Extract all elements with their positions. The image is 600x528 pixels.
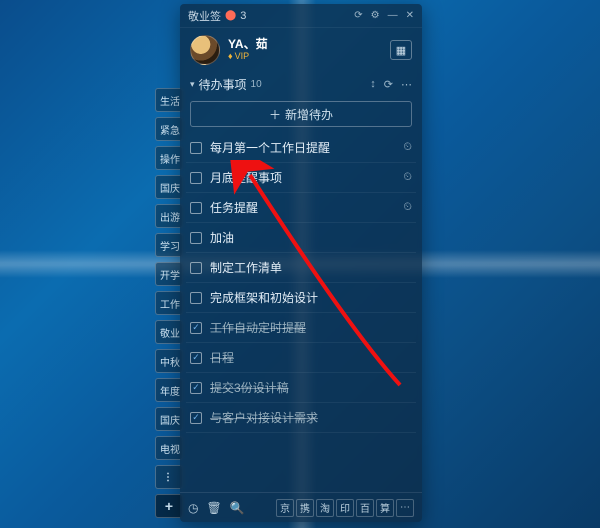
- todo-text: 制定工作清单: [210, 259, 412, 276]
- todo-item[interactable]: 加油: [186, 223, 416, 253]
- todo-checkbox[interactable]: [190, 142, 202, 154]
- search-icon[interactable]: 🔍: [230, 501, 245, 515]
- section-title: 待办事项: [199, 76, 247, 93]
- todo-text: 完成框架和初始设计: [210, 289, 412, 306]
- todo-checkbox[interactable]: [190, 262, 202, 274]
- plus-icon: ＋: [269, 106, 281, 123]
- history-icon[interactable]: ◷: [188, 501, 198, 515]
- quick-link[interactable]: 算: [376, 499, 394, 517]
- side-tab-add[interactable]: +: [155, 494, 183, 518]
- close-icon[interactable]: ✕: [406, 10, 414, 21]
- sync-icon[interactable]: ⟳: [354, 10, 362, 21]
- todo-item[interactable]: 提交3份设计稿: [186, 373, 416, 403]
- todo-text: 日程: [210, 349, 412, 366]
- todo-item[interactable]: 制定工作清单: [186, 253, 416, 283]
- todo-checkbox[interactable]: [190, 412, 202, 424]
- quick-link[interactable]: 京: [276, 499, 294, 517]
- chevron-down-icon: ▾: [190, 79, 195, 90]
- todo-item[interactable]: 与客户对接设计需求: [186, 403, 416, 433]
- quick-link[interactable]: 淘: [316, 499, 334, 517]
- side-tab-more[interactable]: ⋮: [155, 465, 183, 489]
- todo-text: 任务提醒: [210, 199, 395, 216]
- minimize-icon[interactable]: —: [388, 10, 398, 21]
- todo-text: 工作自动定时提醒: [210, 319, 412, 336]
- user-bar: YA、茹 VIP ▦: [180, 28, 422, 72]
- quick-link[interactable]: 印: [336, 499, 354, 517]
- avatar[interactable]: [190, 35, 220, 65]
- desktop-background: 生活紧急操作国庆出游学习开学工作敬业中秋年度国庆电视⋮+ 敬业签 ⬤ 3 ⟳ ⚙…: [0, 0, 600, 528]
- todo-checkbox[interactable]: [190, 352, 202, 364]
- todo-checkbox[interactable]: [190, 382, 202, 394]
- side-tab[interactable]: 紧急: [155, 117, 183, 141]
- todo-checkbox[interactable]: [190, 292, 202, 304]
- todo-list: 每月第一个工作日提醒 ⏲ 月底提醒事项 ⏲ 任务提醒 ⏲ 加油制定工作清单完成框架和初始设计…: [180, 133, 422, 492]
- todo-checkbox[interactable]: [190, 232, 202, 244]
- side-tab[interactable]: 操作: [155, 146, 183, 170]
- side-tab[interactable]: 中秋: [155, 349, 183, 373]
- side-tab[interactable]: 电视: [155, 436, 183, 460]
- notification-count: 3: [240, 10, 246, 22]
- side-tab[interactable]: 学习: [155, 233, 183, 257]
- side-tab[interactable]: 国庆: [155, 175, 183, 199]
- todo-item[interactable]: 工作自动定时提醒: [186, 313, 416, 343]
- todo-text: 提交3份设计稿: [210, 379, 412, 396]
- trash-icon[interactable]: 🗑: [206, 501, 221, 515]
- reminder-icon[interactable]: ⏲: [403, 141, 412, 154]
- todo-item[interactable]: 任务提醒 ⏲: [186, 193, 416, 223]
- todo-text: 月底提醒事项: [210, 169, 395, 186]
- quick-links: 京携淘印百算⋯: [276, 499, 414, 517]
- reminder-icon[interactable]: ⏲: [403, 171, 412, 184]
- more-icon[interactable]: ⋯: [401, 78, 412, 91]
- sort-icon[interactable]: ↕: [370, 78, 376, 91]
- todo-checkbox[interactable]: [190, 202, 202, 214]
- side-tab[interactable]: 开学: [155, 262, 183, 286]
- todo-text: 加油: [210, 229, 412, 246]
- notification-icon[interactable]: ⬤: [225, 10, 236, 21]
- titlebar: 敬业签 ⬤ 3 ⟳ ⚙ — ✕: [180, 4, 422, 28]
- side-tab[interactable]: 生活: [155, 88, 183, 112]
- todo-item[interactable]: 完成框架和初始设计: [186, 283, 416, 313]
- todo-item[interactable]: 月底提醒事项 ⏲: [186, 163, 416, 193]
- section-header[interactable]: ▾ 待办事项 10 ↕ ⟳ ⋯: [180, 72, 422, 97]
- settings-icon[interactable]: ⚙: [371, 10, 380, 21]
- side-tab[interactable]: 工作: [155, 291, 183, 315]
- category-tabs: 生活紧急操作国庆出游学习开学工作敬业中秋年度国庆电视⋮+: [155, 88, 183, 518]
- quick-link-more[interactable]: ⋯: [396, 499, 414, 517]
- side-tab[interactable]: 国庆: [155, 407, 183, 431]
- add-todo-button[interactable]: ＋ 新增待办: [190, 101, 412, 127]
- section-count: 10: [251, 79, 262, 90]
- side-tab[interactable]: 出游: [155, 204, 183, 228]
- app-window: 敬业签 ⬤ 3 ⟳ ⚙ — ✕ YA、茹 VIP ▦ ▾ 待办事项: [180, 4, 422, 522]
- username: YA、茹: [228, 38, 268, 51]
- todo-text: 每月第一个工作日提醒: [210, 139, 395, 156]
- reminder-icon[interactable]: ⏲: [403, 201, 412, 214]
- side-tab[interactable]: 敬业: [155, 320, 183, 344]
- app-title: 敬业签: [188, 8, 221, 24]
- todo-item[interactable]: 日程: [186, 343, 416, 373]
- footer-bar: ◷ 🗑 🔍 京携淘印百算⋯: [180, 492, 422, 522]
- side-tab[interactable]: 年度: [155, 378, 183, 402]
- add-todo-label: 新增待办: [285, 106, 333, 123]
- quick-link[interactable]: 携: [296, 499, 314, 517]
- todo-checkbox[interactable]: [190, 172, 202, 184]
- quick-link[interactable]: 百: [356, 499, 374, 517]
- refresh-icon[interactable]: ⟳: [384, 78, 393, 91]
- todo-checkbox[interactable]: [190, 322, 202, 334]
- todo-text: 与客户对接设计需求: [210, 409, 412, 426]
- todo-item[interactable]: 每月第一个工作日提醒 ⏲: [186, 133, 416, 163]
- calendar-icon[interactable]: ▦: [390, 40, 412, 60]
- vip-badge: VIP: [228, 52, 268, 62]
